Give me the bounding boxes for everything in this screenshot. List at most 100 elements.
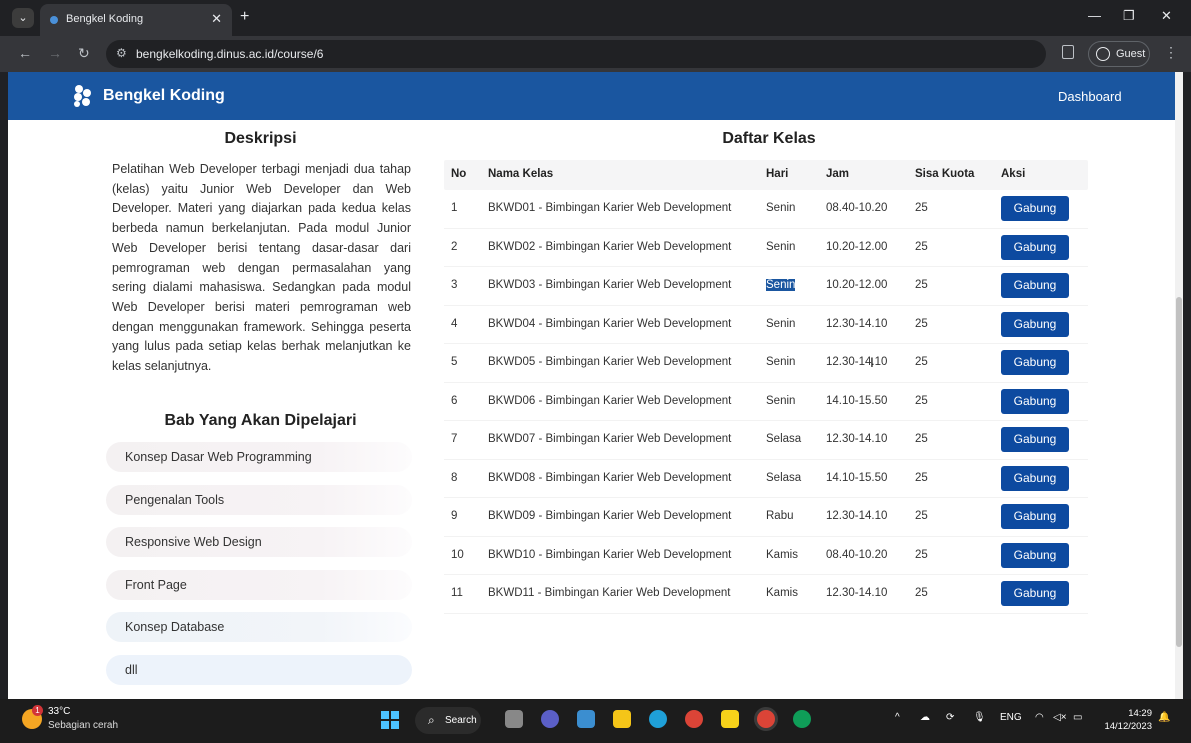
close-window-icon[interactable]: ✕ — [1161, 8, 1172, 24]
task-view-icon[interactable] — [505, 710, 523, 728]
bab-item: Pengenalan Tools — [106, 484, 412, 515]
bab-item: Konsep Dasar Web Programming — [106, 442, 412, 472]
row-sisa-kuota: 25 — [915, 202, 928, 214]
tray-overflow-icon[interactable]: ^ — [895, 712, 900, 723]
minimize-icon[interactable]: — — [1088, 8, 1101, 23]
sync-icon[interactable]: ⟳ — [946, 712, 954, 723]
microphone-icon[interactable]: 🎙 — [973, 712, 986, 723]
browser-tab[interactable]: Bengkel Koding ✕ — [40, 4, 232, 36]
profile-label: Guest — [1116, 48, 1146, 60]
search-icon: ⌕ — [428, 713, 435, 727]
address-bar[interactable]: ⚙ bengkelkoding.dinus.ac.id/course/6 — [106, 40, 1046, 68]
search-label: Search — [445, 715, 477, 726]
gabung-button[interactable]: Gabung — [1001, 388, 1069, 414]
scrollbar-thumb[interactable] — [1176, 297, 1182, 647]
url-text[interactable]: bengkelkoding.dinus.ac.id/course/6 — [136, 47, 323, 61]
edge-icon[interactable] — [649, 710, 667, 728]
forward-icon[interactable]: → — [48, 45, 62, 61]
table-row: 9 BKWD09 - Bimbingan Karier Web Developme… — [444, 498, 1088, 537]
text-cursor-icon: I — [870, 354, 874, 370]
language-indicator[interactable]: ENG — [1000, 712, 1022, 723]
file-explorer-icon[interactable] — [613, 710, 631, 728]
windows-taskbar: 1 33°C Sebagian cerah ⌕ Search ^ ☁ ⟳ 🎙 E… — [0, 699, 1191, 743]
teams-icon[interactable] — [541, 710, 559, 728]
volume-muted-icon[interactable]: ◁× — [1053, 712, 1067, 723]
gabung-button[interactable]: Gabung — [1001, 427, 1069, 452]
row-hari: Selasa — [766, 433, 802, 445]
taskbar-search[interactable]: ⌕ Search — [415, 707, 481, 734]
gabung-button[interactable]: Gabung — [1001, 234, 1069, 260]
row-sisa-kuota: 25 — [915, 317, 928, 330]
row-nama-kelas: BKWD07 - Bimbingan Karier Web Developmen… — [488, 433, 732, 445]
row-hari: Kamis — [766, 587, 798, 599]
row-nama-kelas: BKWD05 - Bimbingan Karier Web Developmen… — [488, 356, 732, 368]
row-sisa-kuota: 25 — [915, 279, 928, 291]
weather-temperature[interactable]: 33°C — [48, 706, 70, 717]
gabung-button[interactable]: Gabung — [1001, 504, 1069, 529]
row-nama-kelas: BKWD08 - Bimbingan Karier Web Developmen… — [488, 471, 732, 484]
restore-icon[interactable]: ❐ — [1123, 8, 1135, 24]
side-panel-icon[interactable] — [1062, 45, 1074, 59]
row-hari: Senin — [766, 279, 796, 291]
table-row: 4 BKWD04 - Bimbingan Karier Web Developme… — [444, 306, 1088, 344]
chrome-dev-icon[interactable] — [793, 710, 811, 728]
battery-icon[interactable]: ▭ — [1073, 712, 1082, 723]
bab-item: Responsive Web Design — [106, 527, 412, 558]
profile-icon — [1096, 47, 1110, 61]
table-row: 6 BKWD06 - Bimbingan Karier Web Developme… — [444, 383, 1088, 421]
onedrive-icon[interactable]: ☁ — [920, 712, 930, 723]
gabung-button[interactable]: Gabung — [1001, 581, 1069, 606]
header-aksi: Aksi — [1001, 168, 1026, 180]
system-clock[interactable]: 14:29 14/12/2023 — [1098, 707, 1152, 733]
row-no: 2 — [451, 240, 458, 253]
dashboard-link[interactable]: Dashboard — [1058, 89, 1122, 104]
brand-name[interactable]: Bengkel Koding — [103, 87, 225, 105]
gabung-button[interactable]: Gabung — [1001, 273, 1069, 298]
start-menu-icon[interactable] — [381, 711, 399, 729]
bab-item: Konsep Database — [106, 612, 412, 643]
row-hari: Senin — [766, 317, 796, 330]
gabung-button[interactable]: Gabung — [1001, 542, 1069, 568]
row-no: 8 — [451, 471, 458, 484]
weather-description[interactable]: Sebagian cerah — [48, 720, 118, 731]
chrome-active-icon[interactable] — [757, 710, 775, 728]
gabung-button[interactable]: Gabung — [1001, 350, 1069, 375]
menu-kebab-icon[interactable]: ⋮ — [1164, 44, 1178, 61]
app-navbar: Bengkel Koding Dashboard — [8, 72, 1183, 120]
wifi-icon[interactable]: ◠ — [1035, 712, 1044, 723]
table-row: 2 BKWD02 - Bimbingan Karier Web Developme… — [444, 229, 1088, 267]
notification-icon[interactable]: 🔔 — [1158, 712, 1170, 723]
row-nama-kelas: BKWD03 - Bimbingan Karier Web Developmen… — [488, 279, 732, 291]
row-no: 1 — [451, 202, 458, 214]
reload-icon[interactable]: ↻ — [78, 45, 90, 62]
row-sisa-kuota: 25 — [915, 433, 928, 445]
tab-title: Bengkel Koding — [66, 13, 144, 25]
gabung-button[interactable]: Gabung — [1001, 196, 1069, 221]
row-hari: Kamis — [766, 548, 798, 561]
tab-search-button[interactable]: ⌄ — [12, 8, 34, 28]
clock-date: 14/12/2023 — [1104, 721, 1152, 732]
back-icon[interactable]: ← — [18, 45, 32, 61]
page-scrollbar[interactable] — [1175, 72, 1183, 699]
kelas-table: No Nama Kelas Hari Jam Sisa Kuota Aksi 1… — [444, 160, 1088, 614]
row-jam: 10.20-12.00 — [826, 279, 888, 291]
profile-button[interactable]: Guest — [1088, 41, 1150, 67]
browser-tab-bar: ⌄ Bengkel Koding ✕ + — ❐ ✕ — [0, 0, 1191, 36]
chrome-icon[interactable] — [685, 710, 703, 728]
new-tab-icon[interactable]: + — [240, 8, 249, 26]
table-row: 1 BKWD01 - Bimbingan Karier Web Developme… — [444, 190, 1088, 229]
gabung-button[interactable]: Gabung — [1001, 311, 1069, 337]
brand-logo-icon[interactable] — [72, 84, 94, 108]
gabung-button[interactable]: Gabung — [1001, 465, 1069, 491]
store-icon[interactable] — [577, 710, 595, 728]
row-sisa-kuota: 25 — [915, 471, 928, 484]
row-sisa-kuota: 25 — [915, 548, 928, 561]
favicon-icon — [50, 16, 58, 24]
close-tab-icon[interactable]: ✕ — [211, 11, 222, 27]
site-info-icon[interactable]: ⚙ — [116, 46, 127, 60]
row-nama-kelas: BKWD06 - Bimbingan Karier Web Developmen… — [488, 394, 732, 407]
row-hari: Senin — [766, 202, 796, 214]
row-jam: 08.40-10.20 — [826, 202, 888, 214]
sticky-notes-icon[interactable] — [721, 710, 739, 728]
table-row: 10 BKWD10 - Bimbingan Karier Web Developm… — [444, 537, 1088, 575]
